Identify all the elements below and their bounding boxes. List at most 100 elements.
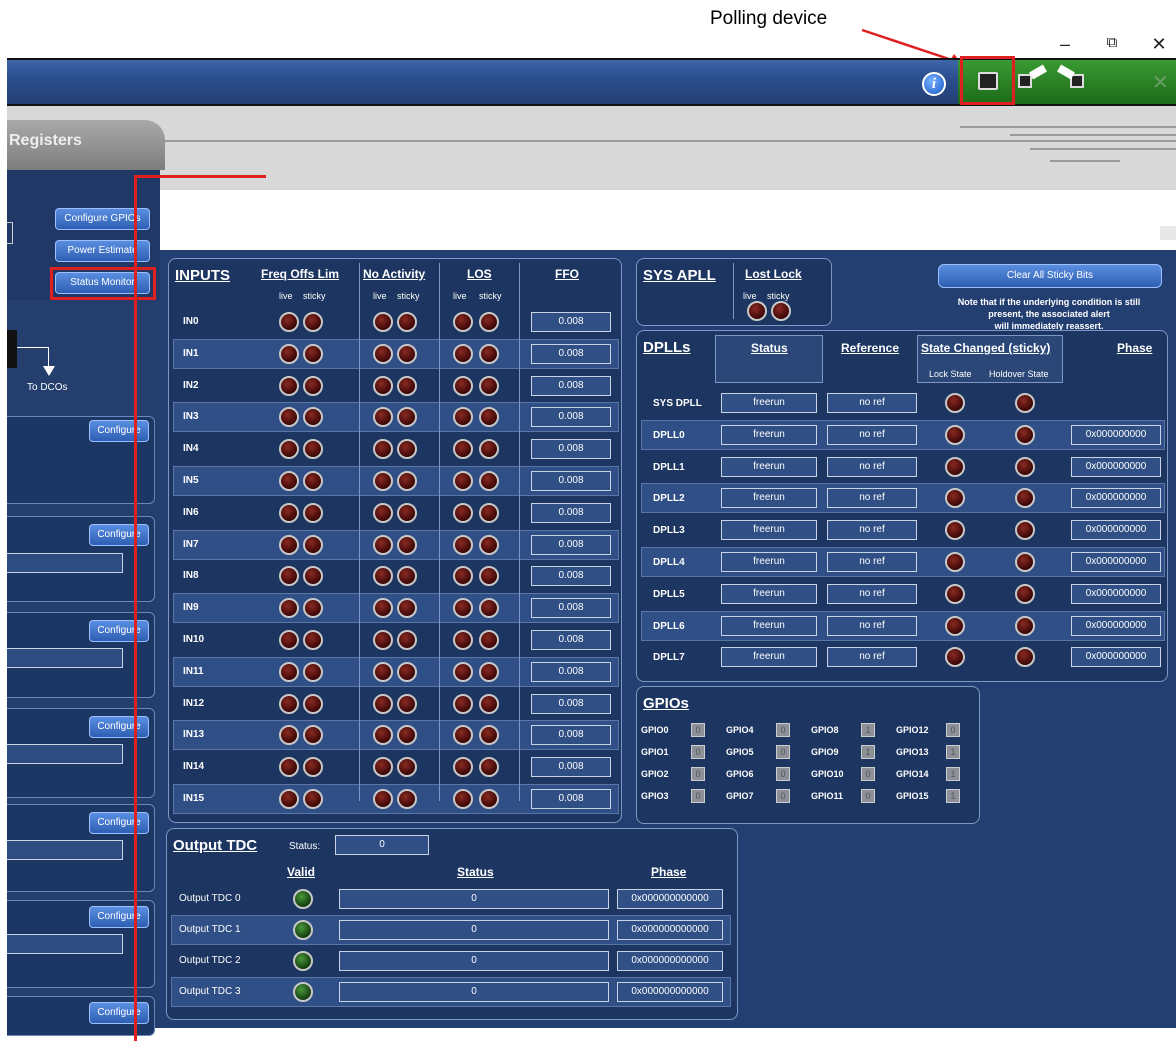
sticky-label: sticky bbox=[767, 291, 790, 301]
los-sticky-led bbox=[479, 439, 499, 460]
phase-header: Phase bbox=[1117, 341, 1153, 355]
dpll-label: DPLL3 bbox=[653, 525, 685, 537]
gpios-title: GPIOs bbox=[643, 695, 689, 712]
dpll-reference-value: no ref bbox=[827, 552, 917, 572]
no-activity-live-led bbox=[373, 566, 393, 587]
input-label: IN2 bbox=[183, 379, 199, 391]
tdc-label: Output TDC 3 bbox=[179, 986, 241, 997]
tdc-phase-value: 0x000000000000 bbox=[617, 920, 723, 940]
divider bbox=[733, 263, 734, 319]
los-sticky-led bbox=[479, 312, 499, 332]
lock-state-led bbox=[945, 520, 965, 541]
reference-header: Reference bbox=[841, 341, 900, 355]
read-device-icon[interactable] bbox=[1018, 64, 1048, 92]
no-activity-sticky-led bbox=[397, 789, 417, 809]
tab-registers[interactable]: Registers bbox=[7, 120, 165, 170]
status-header: Status bbox=[751, 341, 788, 355]
circuit-trace bbox=[1010, 134, 1176, 136]
los-live-led bbox=[453, 661, 473, 682]
freq-offs-sticky-led bbox=[303, 566, 323, 587]
valid-led bbox=[293, 920, 313, 940]
ffo-value: 0.008 bbox=[531, 502, 611, 523]
polling-device-icon[interactable] bbox=[978, 72, 998, 90]
gpio-label: GPIO10 bbox=[811, 769, 844, 779]
freq-offs-sticky-led bbox=[303, 502, 323, 523]
configure-button[interactable]: Configure bbox=[89, 716, 149, 738]
live-label: live bbox=[743, 291, 757, 301]
freq-offs-live-led bbox=[279, 693, 299, 714]
disconnect-icon[interactable]: ✕ bbox=[1152, 70, 1169, 95]
no-activity-header: No Activity bbox=[363, 267, 426, 281]
los-sticky-led bbox=[479, 693, 499, 714]
tdc-status-label: Status: bbox=[289, 841, 321, 852]
inputs-panel: INPUTS Freq Offs Lim No Activity LOS FFO… bbox=[168, 258, 622, 823]
no-activity-sticky-led bbox=[397, 566, 417, 587]
dpll-reference-value: no ref bbox=[827, 488, 917, 509]
config-field[interactable] bbox=[7, 840, 123, 860]
los-sticky-led bbox=[479, 757, 499, 778]
config-field[interactable] bbox=[7, 744, 123, 764]
lost-lock-live-led bbox=[747, 301, 767, 321]
los-sticky-led bbox=[479, 566, 499, 587]
window-control[interactable] bbox=[1160, 226, 1176, 240]
config-field[interactable] bbox=[7, 934, 123, 954]
gpio-value-indicator: 0 bbox=[691, 767, 705, 781]
los-live-led bbox=[453, 471, 473, 491]
freq-offs-live-led bbox=[279, 343, 299, 364]
info-icon[interactable]: i bbox=[922, 72, 946, 96]
los-header: LOS bbox=[467, 267, 492, 281]
gpio-value-indicator: 1 bbox=[861, 723, 875, 737]
circuit-trace bbox=[1030, 148, 1176, 150]
gpio-value-indicator: 1 bbox=[861, 745, 875, 759]
input-label: IN8 bbox=[183, 570, 199, 582]
close-button[interactable]: ✕ bbox=[1144, 34, 1174, 55]
los-live-led bbox=[453, 375, 473, 396]
los-live-led bbox=[453, 566, 473, 587]
freq-offs-live-led bbox=[279, 534, 299, 555]
configure-button[interactable]: Configure bbox=[89, 812, 149, 834]
restore-button[interactable]: ⧉ bbox=[1097, 34, 1127, 51]
dpll-label: DPLL6 bbox=[653, 620, 685, 632]
input-label: IN15 bbox=[183, 793, 205, 804]
no-activity-sticky-led bbox=[397, 630, 417, 650]
field-edge bbox=[7, 222, 13, 244]
gpio-value-indicator: 0 bbox=[691, 723, 705, 737]
config-field[interactable] bbox=[7, 553, 123, 573]
configure-button[interactable]: Configure bbox=[89, 524, 149, 546]
dpll-label: DPLL7 bbox=[653, 652, 685, 664]
minimize-button[interactable]: – bbox=[1050, 34, 1080, 55]
gpio-label: GPIO4 bbox=[726, 725, 754, 735]
divider bbox=[439, 263, 440, 801]
los-live-led bbox=[453, 502, 473, 523]
configure-button[interactable]: Configure bbox=[89, 906, 149, 928]
no-activity-live-led bbox=[373, 789, 393, 809]
dpll-status-value: freerun bbox=[721, 583, 817, 604]
freq-offs-live-led bbox=[279, 661, 299, 682]
input-label: IN1 bbox=[183, 347, 199, 359]
dpll-reference-value: no ref bbox=[827, 647, 917, 668]
configure-button[interactable]: Configure bbox=[89, 620, 149, 642]
write-device-icon[interactable] bbox=[1057, 64, 1088, 92]
sticky-label: sticky bbox=[303, 291, 326, 301]
tdc-label: Output TDC 2 bbox=[179, 955, 241, 966]
gpio-label: GPIO0 bbox=[641, 725, 669, 735]
freq-offs-sticky-led bbox=[303, 693, 323, 714]
no-activity-live-led bbox=[373, 439, 393, 460]
tdc-label: Output TDC 1 bbox=[179, 924, 241, 935]
ffo-value: 0.008 bbox=[531, 312, 611, 332]
dpll-phase-value: 0x000000000 bbox=[1071, 552, 1161, 572]
input-label: IN11 bbox=[183, 665, 204, 677]
config-field[interactable] bbox=[7, 648, 123, 668]
configure-button[interactable]: Configure bbox=[89, 420, 149, 442]
freq-offs-live-led bbox=[279, 757, 299, 778]
tdc-phase-header: Phase bbox=[651, 865, 687, 879]
clear-all-sticky-bits-button[interactable]: Clear All Sticky Bits bbox=[938, 264, 1162, 288]
gpio-label: GPIO12 bbox=[896, 725, 929, 735]
ffo-value: 0.008 bbox=[531, 534, 611, 555]
tdc-status-header: Status bbox=[457, 865, 494, 879]
no-activity-sticky-led bbox=[397, 534, 417, 555]
configure-button[interactable]: Configure bbox=[89, 1002, 149, 1024]
dpll-reference-value: no ref bbox=[827, 393, 917, 413]
holdover-state-label: Holdover State bbox=[989, 369, 1049, 379]
holdover-state-led bbox=[1015, 424, 1035, 445]
